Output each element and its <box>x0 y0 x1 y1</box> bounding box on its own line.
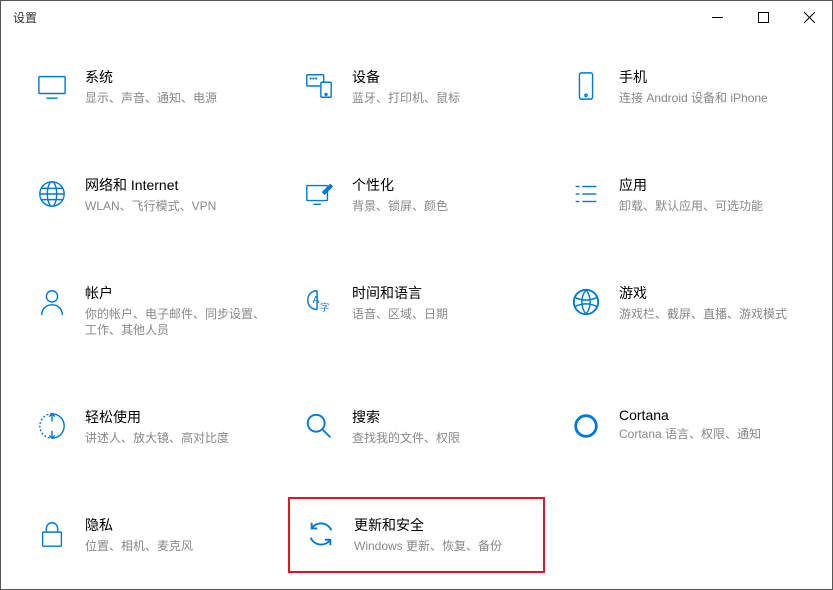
tile-title: 时间和语言 <box>352 283 541 303</box>
phone-icon <box>567 67 605 105</box>
ease-icon <box>33 407 71 445</box>
tile-devices[interactable]: 设备 蓝牙、打印机、鼠标 <box>288 63 545 111</box>
tile-desc: Cortana 语言、权限、通知 <box>619 426 808 443</box>
svg-text:字: 字 <box>320 301 329 312</box>
update-icon <box>302 515 340 553</box>
tile-title: 帐户 <box>85 283 274 303</box>
search-icon <box>300 407 338 445</box>
tile-desc: 游戏栏、截屏、直播、游戏模式 <box>619 306 808 323</box>
tile-title: 个性化 <box>352 175 541 195</box>
tile-title: Cortana <box>619 407 808 423</box>
tile-title: 搜索 <box>352 407 541 427</box>
settings-grid: 系统 显示、声音、通知、电源 设备 蓝牙、打印机、鼠标 手机 <box>21 63 812 559</box>
tile-desc: 蓝牙、打印机、鼠标 <box>352 90 541 107</box>
window-controls <box>694 1 832 33</box>
tile-cortana[interactable]: Cortana Cortana 语言、权限、通知 <box>555 403 812 451</box>
tile-desc: 显示、声音、通知、电源 <box>85 90 274 107</box>
tile-title: 更新和安全 <box>354 515 539 535</box>
minimize-icon <box>712 12 723 23</box>
gaming-icon <box>567 283 605 321</box>
tile-gaming[interactable]: 游戏 游戏栏、截屏、直播、游戏模式 <box>555 279 812 344</box>
tile-desc: WLAN、飞行模式、VPN <box>85 198 274 215</box>
tile-search[interactable]: 搜索 查找我的文件、权限 <box>288 403 545 451</box>
close-button[interactable] <box>786 1 832 33</box>
tile-title: 网络和 Internet <box>85 175 274 195</box>
tile-personalization[interactable]: 个性化 背景、锁屏、颜色 <box>288 171 545 219</box>
accounts-icon <box>33 283 71 321</box>
tile-phone[interactable]: 手机 连接 Android 设备和 iPhone <box>555 63 812 111</box>
tile-desc: 讲述人、放大镜、高对比度 <box>85 430 274 447</box>
apps-icon <box>567 175 605 213</box>
tile-system[interactable]: 系统 显示、声音、通知、电源 <box>21 63 278 111</box>
maximize-icon <box>758 12 769 23</box>
tile-network[interactable]: 网络和 Internet WLAN、飞行模式、VPN <box>21 171 278 219</box>
tile-apps[interactable]: 应用 卸载、默认应用、可选功能 <box>555 171 812 219</box>
tile-desc: 查找我的文件、权限 <box>352 430 541 447</box>
time-icon: A字 <box>300 283 338 321</box>
privacy-icon <box>33 515 71 553</box>
settings-content: 系统 显示、声音、通知、电源 设备 蓝牙、打印机、鼠标 手机 <box>1 33 832 589</box>
titlebar: 设置 <box>1 1 832 33</box>
tile-privacy[interactable]: 隐私 位置、相机、麦克风 <box>21 511 278 559</box>
network-icon <box>33 175 71 213</box>
tile-update[interactable]: 更新和安全 Windows 更新、恢复、备份 <box>288 497 545 573</box>
cortana-icon <box>567 407 605 445</box>
tile-desc: 你的帐户、电子邮件、同步设置、工作、其他人员 <box>85 306 274 340</box>
tile-desc: 连接 Android 设备和 iPhone <box>619 90 808 107</box>
minimize-button[interactable] <box>694 1 740 33</box>
tile-title: 隐私 <box>85 515 274 535</box>
tile-title: 游戏 <box>619 283 808 303</box>
tile-title: 应用 <box>619 175 808 195</box>
maximize-button[interactable] <box>740 1 786 33</box>
tile-ease[interactable]: 轻松使用 讲述人、放大镜、高对比度 <box>21 403 278 451</box>
tile-title: 设备 <box>352 67 541 87</box>
tile-desc: 卸载、默认应用、可选功能 <box>619 198 808 215</box>
tile-desc: 位置、相机、麦克风 <box>85 538 274 555</box>
tile-title: 手机 <box>619 67 808 87</box>
tile-title: 系统 <box>85 67 274 87</box>
tile-desc: 背景、锁屏、颜色 <box>352 198 541 215</box>
tile-title: 轻松使用 <box>85 407 274 427</box>
close-icon <box>804 12 815 23</box>
system-icon <box>33 67 71 105</box>
devices-icon <box>300 67 338 105</box>
personalization-icon <box>300 175 338 213</box>
window-title: 设置 <box>13 9 37 26</box>
tile-accounts[interactable]: 帐户 你的帐户、电子邮件、同步设置、工作、其他人员 <box>21 279 278 344</box>
tile-time[interactable]: A字 时间和语言 语音、区域、日期 <box>288 279 545 344</box>
tile-desc: 语音、区域、日期 <box>352 306 541 323</box>
settings-window: 设置 系统 显示、声音、通知、电源 <box>0 0 833 590</box>
tile-desc: Windows 更新、恢复、备份 <box>354 538 539 555</box>
svg-text:A: A <box>312 295 319 306</box>
